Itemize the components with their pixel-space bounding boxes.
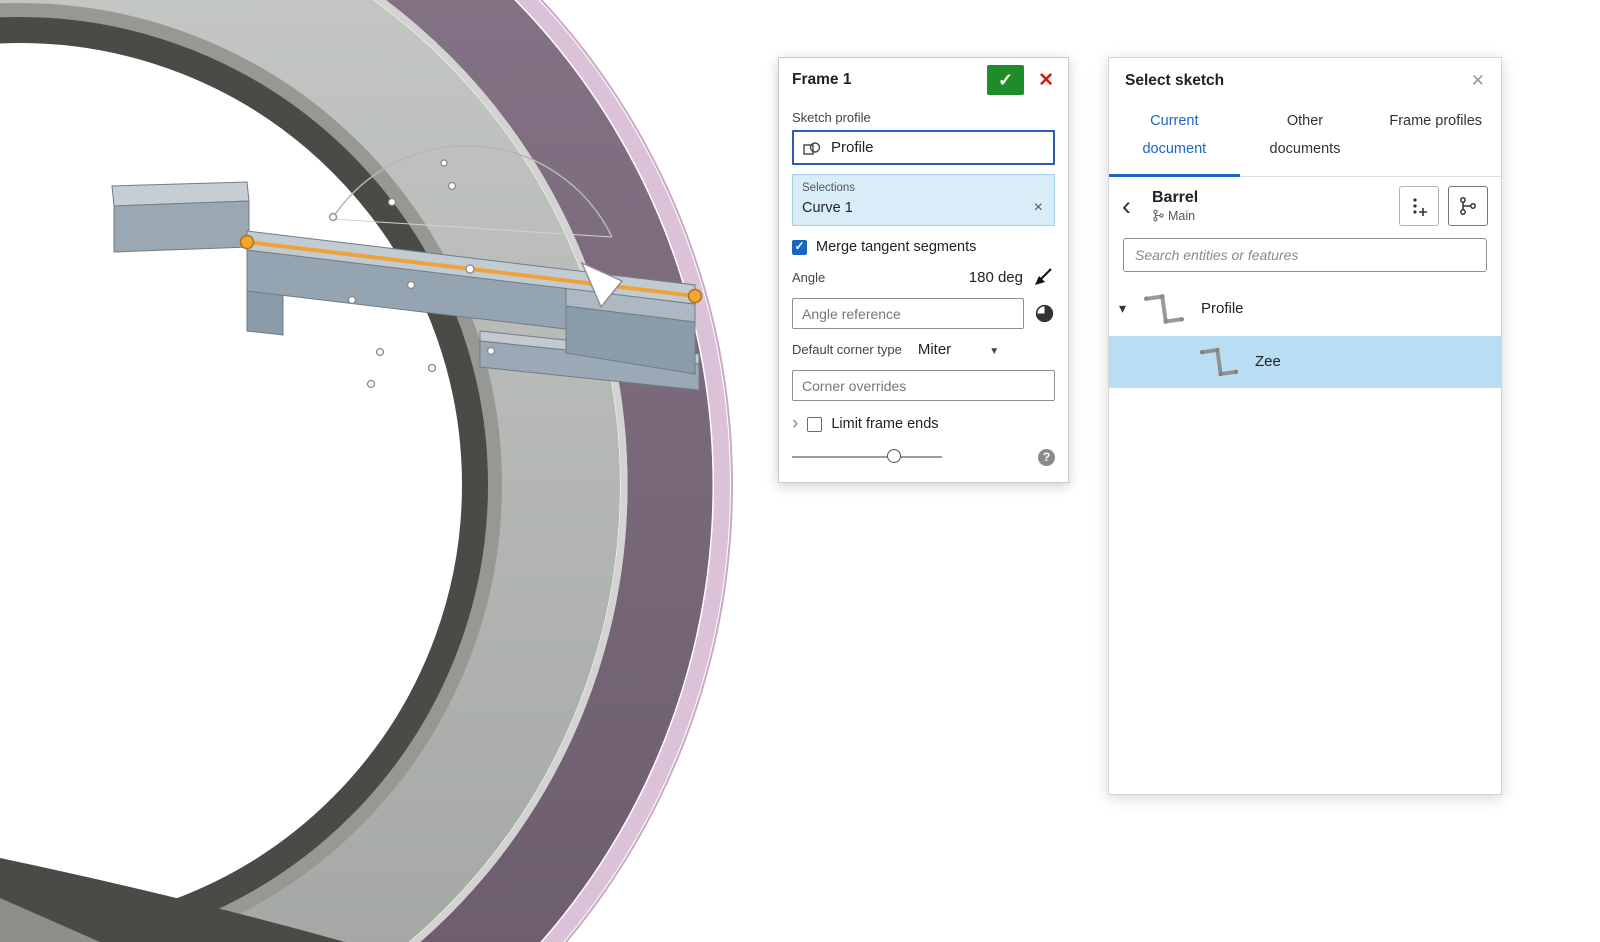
- panel-tabs: Current document Other documents Frame p…: [1109, 100, 1501, 177]
- limit-frame-ends-label: Limit frame ends: [831, 416, 938, 432]
- version-tree-button[interactable]: [1448, 186, 1488, 226]
- dialog-resize-slider-handle[interactable]: [887, 449, 901, 463]
- dots-plus-icon: [1408, 195, 1430, 217]
- zee-sketch-thumbnail: [1197, 340, 1241, 384]
- zee-sketch-thumbnail: [1141, 286, 1187, 332]
- tree-item-label: Zee: [1255, 353, 1281, 370]
- chevron-down-icon: ▼: [989, 346, 999, 357]
- curve-endpoint-left[interactable]: [241, 236, 254, 249]
- angle-label: Angle: [792, 270, 825, 285]
- selections-box[interactable]: Selections Curve 1 ×: [792, 174, 1055, 226]
- default-corner-type-dropdown[interactable]: Default corner type Miter ▼: [792, 341, 1055, 358]
- help-icon[interactable]: ?: [1038, 449, 1055, 466]
- dialog-title: Frame 1: [792, 71, 987, 89]
- dialog-resize-slider-track[interactable]: [792, 456, 942, 458]
- search-input[interactable]: [1123, 238, 1487, 272]
- sketch-profile-label: Sketch profile: [792, 110, 1055, 125]
- profile-field-value: Profile: [831, 139, 874, 156]
- breadcrumb-document: Barrel: [1152, 189, 1198, 207]
- default-corner-type-value: Miter: [918, 341, 951, 358]
- frame-dialog-header: Frame 1 ✓ ✕: [779, 58, 1068, 102]
- tab-current-document[interactable]: Current document: [1109, 100, 1240, 177]
- version-tree-icon: [1457, 195, 1479, 217]
- angle-reference-icon[interactable]: [1034, 303, 1055, 324]
- default-corner-type-label: Default corner type: [792, 342, 902, 357]
- angle-value-field[interactable]: 180 deg: [969, 269, 1033, 286]
- flip-direction-icon[interactable]: [1033, 266, 1055, 288]
- selection-item[interactable]: Curve 1 ×: [802, 199, 1045, 217]
- tab-frame-profiles[interactable]: Frame profiles: [1370, 100, 1501, 177]
- tree-row-profile[interactable]: ▾ Profile: [1109, 282, 1501, 336]
- frame-dialog: Frame 1 ✓ ✕ Sketch profile Profile Selec…: [778, 57, 1069, 483]
- tree-row-zee[interactable]: Zee: [1109, 336, 1501, 388]
- checkmark-icon: ✓: [998, 70, 1013, 91]
- tab-other-documents[interactable]: Other documents: [1240, 100, 1371, 177]
- selection-name: Curve 1: [802, 200, 1032, 216]
- angle-reference-input[interactable]: [792, 298, 1024, 329]
- remove-selection-icon[interactable]: ×: [1032, 199, 1045, 217]
- merge-tangent-label: Merge tangent segments: [816, 239, 976, 255]
- confirm-button[interactable]: ✓: [987, 65, 1024, 95]
- close-icon[interactable]: ✕: [1471, 71, 1485, 91]
- panel-title: Select sketch: [1125, 72, 1471, 90]
- selections-label: Selections: [802, 182, 1045, 194]
- curve-endpoint-right[interactable]: [689, 290, 702, 303]
- chevron-down-icon[interactable]: ▾: [1119, 300, 1141, 317]
- merge-tangent-checkbox[interactable]: [792, 240, 807, 255]
- insert-version-button[interactable]: [1399, 186, 1439, 226]
- limit-frame-ends-checkbox[interactable]: [807, 417, 822, 432]
- profile-icon: [802, 139, 822, 157]
- cancel-button[interactable]: ✕: [1034, 69, 1058, 92]
- barrel-part[interactable]: [0, 0, 732, 942]
- back-button[interactable]: ‹: [1122, 195, 1152, 217]
- corner-overrides-input[interactable]: [792, 370, 1055, 401]
- x-icon: ✕: [1038, 70, 1054, 91]
- breadcrumb-workspace: Main: [1168, 209, 1195, 223]
- select-sketch-panel: Select sketch ✕ Current document Other d…: [1108, 57, 1502, 795]
- tree-item-label: Profile: [1201, 300, 1244, 317]
- branch-icon: [1152, 209, 1164, 222]
- chevron-right-icon[interactable]: ›: [792, 417, 798, 431]
- curve-midpoint[interactable]: [466, 265, 474, 273]
- sketch-profile-field[interactable]: Profile: [792, 130, 1055, 165]
